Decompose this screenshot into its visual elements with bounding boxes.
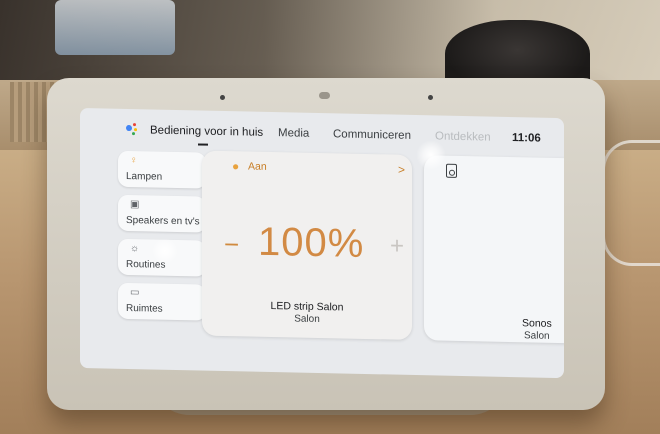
tab-media[interactable]: Media xyxy=(278,127,309,140)
background-decoration xyxy=(55,0,175,55)
brightness-value: 100% xyxy=(258,219,365,266)
chevron-right-icon[interactable]: > xyxy=(398,163,405,177)
tab-home-control[interactable]: Bediening voor in huis xyxy=(150,124,263,138)
sun-icon: ☼ xyxy=(130,243,140,255)
background-cable xyxy=(602,140,660,266)
active-tab-indicator xyxy=(198,143,208,146)
device-room: Salon xyxy=(524,330,550,342)
mic-indicator xyxy=(428,95,433,100)
bulb-icon: ● xyxy=(232,159,240,174)
light-card[interactable]: ● Aan > − 100% + LED strip Salon Salon xyxy=(202,150,412,340)
sidebar-item-label: Lampen xyxy=(126,170,163,183)
sidebar-item-speakers[interactable]: ▣ Speakers en tv's xyxy=(118,194,206,233)
device-name: Sonos xyxy=(522,317,552,330)
decrease-brightness-button[interactable]: − xyxy=(224,229,239,260)
light-sensor xyxy=(220,95,225,100)
assistant-icon[interactable] xyxy=(126,123,140,136)
tab-communicate[interactable]: Communiceren xyxy=(333,128,411,142)
sidebar-item-lights[interactable]: ♀ Lampen xyxy=(118,150,206,189)
light-state: Aan xyxy=(248,160,267,173)
camera-indicator xyxy=(319,92,330,99)
speaker-card[interactable]: Sonos Salon xyxy=(424,155,564,344)
tab-discover[interactable]: Ontdekken xyxy=(435,130,491,143)
bed-icon: ▭ xyxy=(130,287,140,299)
speaker-icon xyxy=(446,163,457,178)
clock: 11:06 xyxy=(512,132,541,145)
increase-brightness-button[interactable]: + xyxy=(390,232,404,260)
bulb-icon: ♀ xyxy=(130,155,138,167)
light-glare xyxy=(416,140,446,170)
sidebar-item-label: Speakers en tv's xyxy=(126,214,200,228)
display-screen: Bediening voor in huis Media Communicere… xyxy=(80,108,564,379)
sidebar-item-label: Ruimtes xyxy=(126,302,163,315)
light-glare xyxy=(152,238,178,264)
sidebar-item-rooms[interactable]: ▭ Ruimtes xyxy=(118,282,206,321)
tv-icon: ▣ xyxy=(130,199,140,211)
